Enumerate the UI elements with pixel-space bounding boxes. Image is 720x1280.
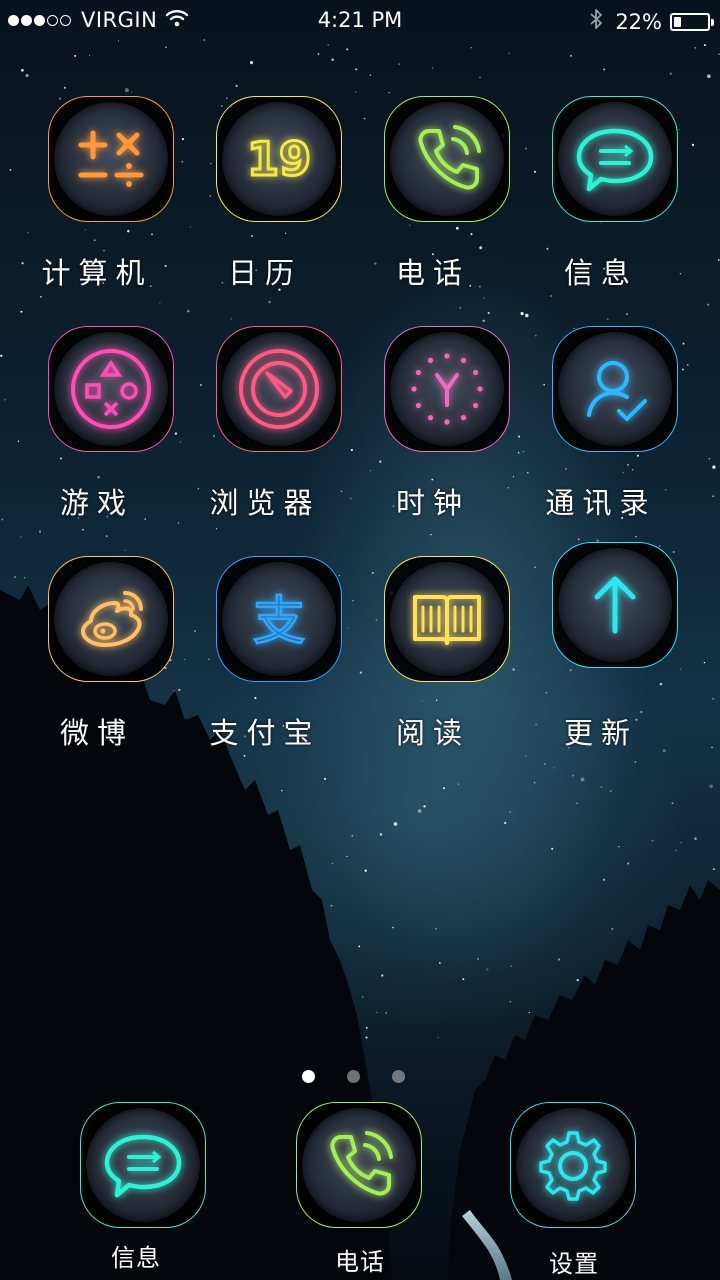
gamepad-icon — [48, 326, 174, 452]
book-icon — [384, 556, 510, 682]
update-arrow-icon — [552, 542, 678, 668]
app-label: 更新 — [563, 716, 638, 750]
page-dot[interactable] — [392, 1070, 405, 1083]
home-screen: VIRGIN 4:21 PM 22% 计算机 19 日历 电话 信息 游戏 浏览… — [0, 0, 720, 1280]
calendar-day: 19 — [247, 132, 311, 186]
phone-icon — [384, 96, 510, 222]
status-bar: VIRGIN 4:21 PM 22% — [0, 0, 720, 40]
page-dot[interactable] — [347, 1070, 360, 1083]
alipay-icon: 支 — [216, 556, 342, 682]
app-label: 通讯录 — [545, 486, 657, 520]
page-dot[interactable] — [302, 1070, 315, 1083]
contacts-icon — [552, 326, 678, 452]
message-icon — [552, 96, 678, 222]
dock-label: 设置 — [549, 1250, 599, 1278]
message-icon — [80, 1102, 206, 1228]
bluetooth-icon — [589, 8, 603, 35]
dock-label: 电话 — [335, 1248, 385, 1276]
calendar-icon: 19 — [216, 96, 342, 222]
battery-percentage: 22% — [615, 9, 662, 34]
battery-icon — [670, 12, 714, 31]
gear-icon — [510, 1102, 636, 1228]
dock-label: 信息 — [111, 1244, 161, 1272]
calculator-icon — [48, 96, 174, 222]
phone-icon — [296, 1102, 422, 1228]
browser-compass-icon — [216, 326, 342, 452]
clock-icon — [384, 326, 510, 452]
page-indicator[interactable] — [0, 1070, 720, 1084]
alipay-glyph: 支 — [253, 592, 305, 652]
weibo-icon — [48, 556, 174, 682]
app-label: 信息 — [563, 256, 638, 290]
